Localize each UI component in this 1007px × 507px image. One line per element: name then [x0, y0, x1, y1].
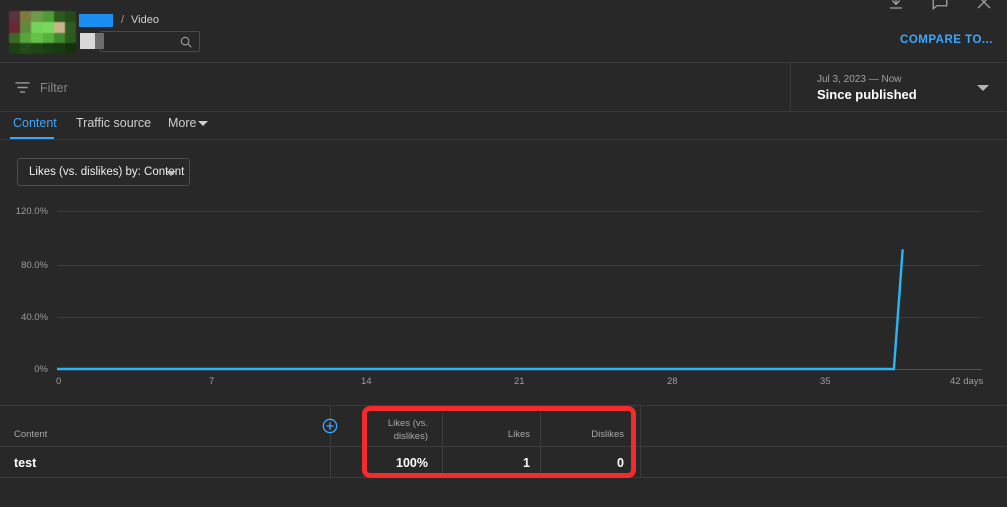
- column-header-likes[interactable]: Likes: [460, 429, 530, 440]
- chevron-down-icon: [198, 121, 208, 126]
- chevron-down-icon: [977, 85, 989, 91]
- column-divider-0: [330, 405, 331, 477]
- x-axis-tick-3: 21: [514, 376, 525, 387]
- x-axis-tick-5: 35: [820, 376, 831, 387]
- x-axis-tick-4: 28: [667, 376, 678, 387]
- metric-selector-label: Likes (vs. dislikes) by: Content: [29, 166, 185, 178]
- content-table: Content Likes (vs. dislikes) Likes Disli…: [0, 405, 1007, 483]
- comment-icon[interactable]: [931, 0, 949, 11]
- column-header-likes-vs-dislikes[interactable]: Likes (vs. dislikes): [370, 417, 428, 443]
- add-column-icon[interactable]: [322, 418, 338, 434]
- likes-vs-dislikes-chart: 120.0% 80.0% 40.0% 0% 0 7 14 21 28 35 42…: [0, 196, 1007, 392]
- close-icon[interactable]: [975, 0, 993, 11]
- column-header-dislikes[interactable]: Dislikes: [548, 429, 624, 440]
- x-axis-tick-0: 0: [56, 376, 62, 387]
- x-axis-tick-1: 7: [209, 376, 215, 387]
- table-row-content[interactable]: test: [14, 456, 36, 470]
- chart-plot-area: [57, 249, 904, 371]
- tab-bar: Content Traffic source More: [0, 112, 1007, 140]
- tab-content[interactable]: Content: [13, 116, 57, 130]
- channel-name-redaction: [79, 14, 113, 27]
- youtube-analytics-panel: / Video COMPARE TO... Filter Jul 3, 2023…: [0, 0, 1007, 507]
- filter-icon[interactable]: [14, 81, 31, 94]
- table-divider-header: [0, 446, 1007, 447]
- compare-to-button[interactable]: COMPARE TO...: [900, 34, 993, 46]
- top-bar: / Video COMPARE TO...: [0, 0, 1007, 62]
- search-icon: [180, 36, 192, 48]
- table-divider-top: [0, 405, 1007, 406]
- filter-bar: Filter Jul 3, 2023 — Now Since published: [0, 62, 1007, 112]
- active-tab-indicator: [10, 137, 54, 139]
- x-axis-tick-2: 14: [361, 376, 372, 387]
- breadcrumb-separator: /: [121, 14, 125, 26]
- chevron-down-icon: [166, 171, 176, 176]
- table-row-likes: 1: [523, 456, 530, 470]
- table-divider-bottom: [0, 477, 1007, 478]
- date-range-selector[interactable]: Jul 3, 2023 — Now Since published: [790, 63, 1007, 112]
- table-row-likes-vs-dislikes: 100%: [396, 456, 428, 470]
- tab-more[interactable]: More: [168, 116, 196, 130]
- metric-selector[interactable]: Likes (vs. dislikes) by: Content: [17, 158, 190, 186]
- x-axis-tick-6: 42 days: [950, 376, 984, 387]
- column-header-content[interactable]: Content: [14, 429, 47, 440]
- column-divider-1: [442, 406, 443, 477]
- table-row-dislikes: 0: [617, 456, 624, 470]
- search-value-redaction: [80, 33, 104, 49]
- search-input[interactable]: [100, 31, 200, 52]
- column-divider-3: [640, 406, 641, 477]
- filter-label[interactable]: Filter: [40, 81, 68, 95]
- breadcrumb-current: Video: [131, 14, 159, 26]
- download-icon[interactable]: [887, 0, 905, 11]
- date-range-sublabel: Jul 3, 2023 — Now: [817, 74, 902, 85]
- video-thumbnail[interactable]: [9, 11, 76, 54]
- tab-traffic-source[interactable]: Traffic source: [76, 116, 151, 130]
- window-controls: [887, 0, 993, 11]
- date-range-label: Since published: [817, 87, 917, 102]
